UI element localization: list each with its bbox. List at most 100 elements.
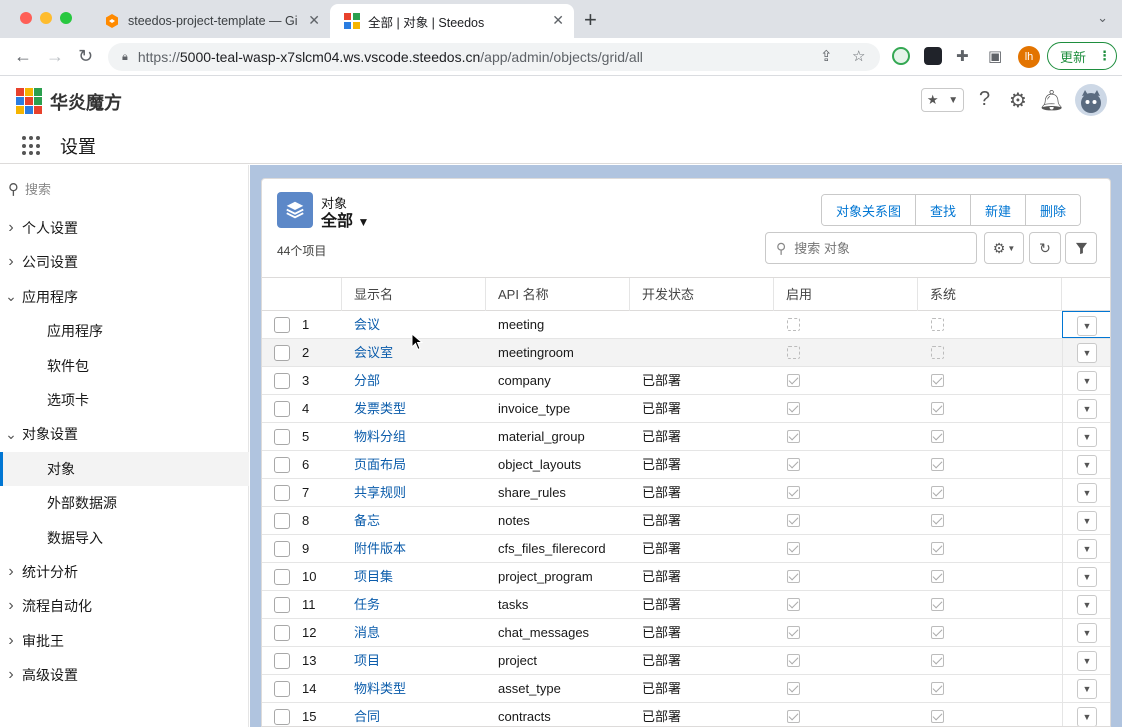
sidebar-item[interactable]: › 公司设置 xyxy=(0,245,249,279)
window-close-button[interactable] xyxy=(20,12,32,24)
object-name-link[interactable]: 备忘 xyxy=(354,507,380,534)
row-actions-dropdown-icon[interactable]: ▼ xyxy=(1077,399,1097,419)
table-row[interactable]: 6 页面布局 object_layouts 已部署 ▼ xyxy=(262,451,1110,479)
column-header-enabled[interactable]: 启用 xyxy=(774,278,918,311)
sidebar-search[interactable]: ⚲ 搜索 xyxy=(8,179,51,198)
row-checkbox[interactable] xyxy=(274,401,290,417)
side-panel-icon[interactable]: ▣ xyxy=(988,47,1002,65)
forward-icon[interactable]: → xyxy=(46,46,64,67)
find-button[interactable]: 查找 xyxy=(915,195,971,225)
row-checkbox[interactable] xyxy=(274,457,290,473)
row-actions-dropdown-icon[interactable]: ▼ xyxy=(1077,539,1097,559)
row-actions-dropdown-icon[interactable]: ▼ xyxy=(1077,427,1097,447)
object-relationship-button[interactable]: 对象关系图 xyxy=(822,195,916,225)
row-checkbox[interactable] xyxy=(274,373,290,389)
row-checkbox[interactable] xyxy=(274,709,290,725)
filter-button[interactable] xyxy=(1065,232,1097,264)
object-name-link[interactable]: 会议 xyxy=(354,311,380,338)
row-checkbox[interactable] xyxy=(274,569,290,585)
list-settings-button[interactable]: ⚙ ▼ xyxy=(984,232,1024,264)
object-name-link[interactable]: 物料分组 xyxy=(354,423,406,450)
object-name-link[interactable]: 任务 xyxy=(354,591,380,618)
row-checkbox[interactable] xyxy=(274,429,290,445)
list-view-switcher[interactable]: 全部 ▼ xyxy=(321,207,369,231)
table-row[interactable]: 12 消息 chat_messages 已部署 ▼ xyxy=(262,619,1110,647)
row-actions-dropdown-icon[interactable]: ▼ xyxy=(1077,316,1097,336)
bookmark-star-icon[interactable]: ☆ xyxy=(852,47,865,65)
row-checkbox[interactable] xyxy=(274,541,290,557)
sidebar-item[interactable]: ⌄ 应用程序 xyxy=(0,280,249,314)
row-actions-dropdown-icon[interactable]: ▼ xyxy=(1077,343,1097,363)
table-row[interactable]: 3 分部 company 已部署 ▼ xyxy=(262,367,1110,395)
sidebar-item[interactable]: 软件包 xyxy=(0,349,249,383)
kebab-menu-icon[interactable]: ⋮ xyxy=(1098,48,1111,64)
row-checkbox[interactable] xyxy=(274,625,290,641)
object-name-link[interactable]: 项目 xyxy=(354,647,380,674)
column-header-label[interactable]: 显示名 xyxy=(342,278,486,311)
extension-icon[interactable] xyxy=(892,47,910,65)
table-row[interactable]: 8 备忘 notes 已部署 ▼ xyxy=(262,507,1110,535)
column-header-state[interactable]: 开发状态 xyxy=(630,278,774,311)
new-tab-icon[interactable]: + xyxy=(584,7,597,33)
table-row[interactable]: 9 附件版本 cfs_files_filerecord 已部署 ▼ xyxy=(262,535,1110,563)
sidebar-item[interactable]: › 高级设置 xyxy=(0,658,249,692)
reload-icon[interactable]: ↻ xyxy=(78,46,93,67)
app-launcher-icon[interactable] xyxy=(22,136,42,156)
row-checkbox[interactable] xyxy=(274,345,290,361)
row-actions-dropdown-icon[interactable]: ▼ xyxy=(1077,623,1097,643)
sidebar-item[interactable]: 对象 xyxy=(0,451,249,486)
sidebar-item[interactable]: 数据导入 xyxy=(0,521,249,555)
row-actions-dropdown-icon[interactable]: ▼ xyxy=(1077,483,1097,503)
table-row[interactable]: 5 物料分组 material_group 已部署 ▼ xyxy=(262,423,1110,451)
table-row[interactable]: 2 会议室 meetingroom ▼ xyxy=(262,339,1110,367)
sidebar-item[interactable]: 应用程序 xyxy=(0,314,249,348)
object-name-link[interactable]: 分部 xyxy=(354,367,380,394)
window-minimize-button[interactable] xyxy=(40,12,52,24)
row-actions-dropdown-icon[interactable]: ▼ xyxy=(1077,511,1097,531)
table-row[interactable]: 13 项目 project 已部署 ▼ xyxy=(262,647,1110,675)
help-icon[interactable]: ? xyxy=(979,88,990,111)
new-button[interactable]: 新建 xyxy=(970,195,1026,225)
user-avatar[interactable] xyxy=(1075,84,1107,116)
object-name-link[interactable]: 共享规则 xyxy=(354,479,406,506)
row-actions-dropdown-icon[interactable]: ▼ xyxy=(1077,679,1097,699)
url-field[interactable]: 🔒︎ https://5000-teal-wasp-x7slcm04.ws.vs… xyxy=(108,43,880,71)
row-actions-dropdown-icon[interactable]: ▼ xyxy=(1077,567,1097,587)
sidebar-item[interactable]: › 流程自动化 xyxy=(0,589,249,623)
table-row[interactable]: 11 任务 tasks 已部署 ▼ xyxy=(262,591,1110,619)
object-name-link[interactable]: 附件版本 xyxy=(354,535,406,562)
object-name-link[interactable]: 消息 xyxy=(354,619,380,646)
column-header-system[interactable]: 系统 xyxy=(918,278,1062,311)
close-icon[interactable]: ✕ xyxy=(308,12,320,29)
sidebar-item[interactable]: › 审批王 xyxy=(0,624,249,658)
bell-icon[interactable]: 🔔︎ xyxy=(1039,88,1064,113)
back-icon[interactable]: ← xyxy=(14,46,32,67)
refresh-button[interactable]: ↻ xyxy=(1029,232,1061,264)
chevron-down-icon[interactable]: ⌄ xyxy=(1097,10,1108,26)
row-actions-dropdown-icon[interactable]: ▼ xyxy=(1077,651,1097,671)
table-row[interactable]: 10 项目集 project_program 已部署 ▼ xyxy=(262,563,1110,591)
list-search[interactable]: ⚲ xyxy=(765,232,977,264)
object-name-link[interactable]: 发票类型 xyxy=(354,395,406,422)
list-search-input[interactable] xyxy=(794,240,965,256)
object-name-link[interactable]: 会议室 xyxy=(354,339,393,366)
row-actions-dropdown-icon[interactable]: ▼ xyxy=(1077,455,1097,475)
object-name-link[interactable]: 项目集 xyxy=(354,563,393,590)
sidebar-item[interactable]: ⌄ 对象设置 xyxy=(0,417,249,451)
row-checkbox[interactable] xyxy=(274,317,290,333)
column-header-api[interactable]: API 名称 xyxy=(486,278,630,311)
object-name-link[interactable]: 页面布局 xyxy=(354,451,406,478)
browser-tab[interactable]: steedos-project-template — Gi ✕ xyxy=(90,4,330,38)
table-row[interactable]: 7 共享规则 share_rules 已部署 ▼ xyxy=(262,479,1110,507)
window-zoom-button[interactable] xyxy=(60,12,72,24)
row-actions-dropdown-icon[interactable]: ▼ xyxy=(1077,371,1097,391)
row-checkbox[interactable] xyxy=(274,485,290,501)
table-row[interactable]: 14 物料类型 asset_type 已部署 ▼ xyxy=(262,675,1110,703)
row-actions-dropdown-icon[interactable]: ▼ xyxy=(1077,595,1097,615)
favorites-button[interactable]: ★ ▼ xyxy=(921,88,964,112)
share-icon[interactable]: ⇪ xyxy=(820,47,833,65)
table-row[interactable]: 4 发票类型 invoice_type 已部署 ▼ xyxy=(262,395,1110,423)
table-row[interactable]: 1 会议 meeting ▼ xyxy=(262,311,1110,339)
update-button[interactable]: 更新 ⋮ xyxy=(1047,42,1117,70)
delete-button[interactable]: 删除 xyxy=(1025,195,1081,225)
